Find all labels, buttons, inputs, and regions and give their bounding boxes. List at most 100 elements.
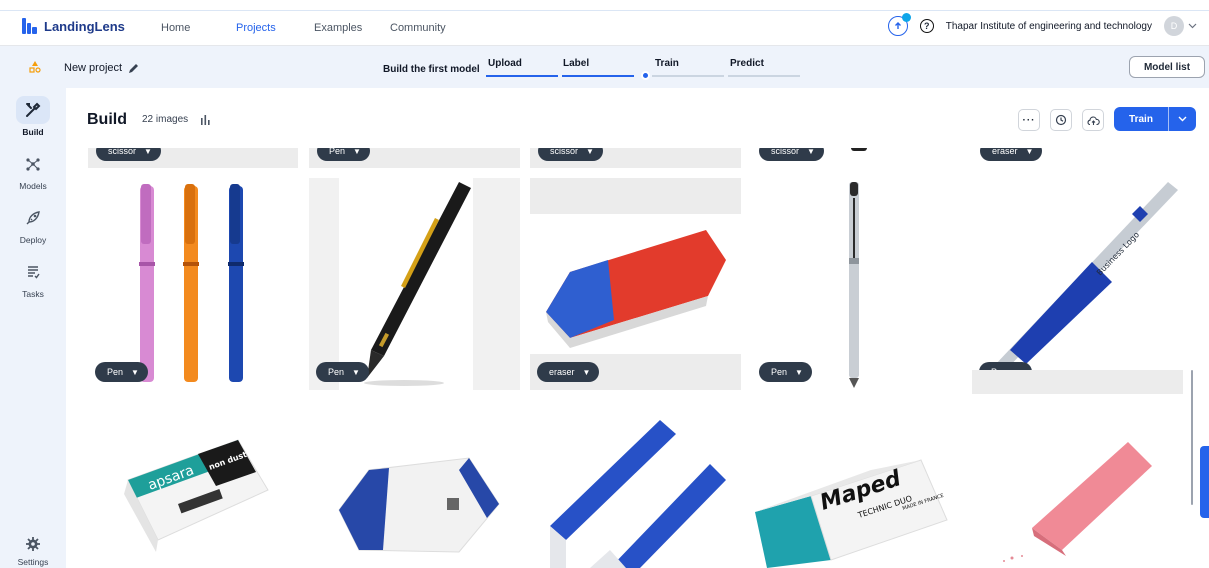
pink-eraser-image	[1003, 442, 1152, 562]
fountain-pen-image	[364, 182, 471, 386]
image-tile[interactable]: Business Logo Pen▼	[972, 178, 1183, 390]
class-tag[interactable]: scissor ▼	[96, 148, 161, 161]
blue-eraser-image	[550, 420, 726, 568]
history-button[interactable]	[1050, 109, 1072, 131]
image-tile[interactable]	[972, 370, 1183, 568]
app-name: LandingLens	[44, 18, 125, 34]
chevron-down-icon	[1188, 23, 1197, 29]
project-bar: New project Build the first model Upload…	[0, 46, 1209, 88]
image-tile[interactable]: Pen ▼	[309, 148, 520, 168]
project-name-label: New project	[64, 62, 123, 74]
rocket-icon	[16, 204, 50, 232]
tools-icon	[16, 96, 50, 124]
image-tile[interactable]	[309, 400, 520, 568]
sidebar-item-tasks[interactable]: Tasks	[0, 258, 66, 299]
image-tile[interactable]: Pen ▼	[751, 178, 962, 390]
network-icon	[16, 150, 50, 178]
chevron-down-icon	[1178, 116, 1187, 121]
step-predict[interactable]: Predict	[730, 58, 764, 69]
class-tag[interactable]: Pen ▼	[759, 362, 812, 382]
image-tile[interactable]: Maped TECHNIC DUO MADE IN FRANCE	[751, 400, 962, 568]
help-icon[interactable]: ?	[919, 19, 934, 33]
model-list-button[interactable]: Model list	[1129, 56, 1205, 78]
upload-cloud-button[interactable]	[1082, 109, 1104, 131]
organization-name: Thapar Institute of engineering and tech…	[945, 20, 1152, 32]
class-tag-label: scissor	[771, 148, 800, 156]
step-label[interactable]: Label	[563, 58, 589, 69]
sidebar-item-build[interactable]: Build	[0, 96, 66, 137]
sidebar-item-settings[interactable]: Settings	[0, 534, 66, 567]
avatar: D	[1164, 16, 1184, 36]
class-tag[interactable]: scissor ▼	[759, 148, 824, 161]
train-button[interactable]: Train	[1114, 107, 1196, 131]
gear-icon	[16, 534, 50, 554]
more-icon: ···	[1022, 114, 1036, 126]
class-tag[interactable]: scissor ▼	[538, 148, 603, 161]
sidebar: Build Models Deploy Tasks Settings	[0, 88, 66, 568]
maped-eraser-image: Maped TECHNIC DUO MADE IN FRANCE	[755, 459, 948, 568]
image-tile[interactable]: Pen ▼	[88, 178, 298, 390]
nav-examples[interactable]: Examples	[314, 22, 362, 34]
chevron-down-icon: ▼	[131, 367, 139, 377]
nav-home[interactable]: Home	[161, 22, 190, 34]
image-tile[interactable]: scissor ▼	[88, 148, 298, 168]
more-options-button[interactable]: ···	[1018, 109, 1040, 131]
nav-community[interactable]: Community	[390, 22, 446, 34]
class-tag-label: eraser	[992, 148, 1018, 156]
step-predict-progress	[728, 75, 800, 77]
sidebar-item-label: Build	[22, 127, 44, 137]
tasks-icon	[16, 258, 50, 286]
faber-eraser-image	[338, 457, 500, 553]
class-tag[interactable]: Pen ▼	[95, 362, 148, 382]
step-upload[interactable]: Upload	[488, 58, 522, 69]
train-dropdown[interactable]	[1169, 114, 1196, 125]
image-tile[interactable]: scissor ▼	[751, 148, 962, 168]
sidebar-item-deploy[interactable]: Deploy	[0, 204, 66, 245]
train-button-label: Train	[1129, 113, 1153, 125]
steps-label: Build the first model	[383, 64, 480, 75]
nav-projects[interactable]: Projects	[236, 22, 276, 34]
class-tag[interactable]: eraser ▼	[980, 148, 1043, 161]
scrollbar-thumb[interactable]	[1191, 370, 1193, 505]
sidebar-item-label: Tasks	[22, 289, 44, 299]
sidebar-item-label: Deploy	[19, 235, 47, 245]
build-panel: Build 22 images ··· Train scissor ▼ Pen ▼ …	[66, 88, 1209, 568]
cloud-upload-icon	[1087, 115, 1100, 125]
image-tile[interactable]: eraser ▼	[530, 178, 741, 390]
class-tag[interactable]: Pen ▼	[317, 148, 370, 161]
class-tag-label: Pen	[107, 367, 124, 377]
class-tag-label: scissor	[550, 148, 579, 156]
chevron-down-icon: ▼	[1025, 148, 1034, 156]
upload-status-icon[interactable]	[887, 13, 911, 36]
promo-pen-image: Business Logo	[988, 182, 1178, 384]
eraser-image	[546, 230, 726, 348]
chevron-down-icon: ▼	[582, 367, 591, 377]
sidebar-item-models[interactable]: Models	[0, 150, 66, 191]
logo[interactable]: LandingLens	[22, 18, 125, 34]
chevron-down-icon: ▼	[352, 367, 360, 377]
chevron-down-icon: ▼	[586, 148, 594, 156]
class-tag-label: Pen	[328, 367, 345, 377]
step-train-progress	[652, 75, 724, 77]
train-button-divider	[1168, 107, 1169, 131]
sidebar-item-label: Models	[19, 181, 47, 191]
account-menu[interactable]: D	[1164, 16, 1197, 36]
class-tag-label: Pen	[329, 148, 346, 156]
feedback-tab[interactable]	[1200, 446, 1209, 518]
top-navigation: LandingLens Home Projects Examples Commu…	[0, 0, 1209, 46]
class-tag-label: scissor	[108, 148, 137, 156]
chevron-down-icon: ▼	[807, 148, 815, 156]
image-tile[interactable]	[530, 400, 741, 568]
class-tag[interactable]: eraser ▼	[537, 362, 600, 382]
step-train[interactable]: Train	[655, 58, 679, 69]
project-name[interactable]: New project	[64, 62, 139, 74]
image-count: 22 images	[142, 114, 189, 125]
edit-pencil-icon[interactable]	[128, 63, 139, 74]
bar-chart-icon[interactable]	[200, 114, 211, 125]
image-tile[interactable]: Pen ▼	[309, 178, 520, 390]
class-tag[interactable]: Pen ▼	[316, 362, 369, 382]
image-tile[interactable]: scissor ▼	[530, 148, 741, 168]
image-tile[interactable]: eraser ▼	[972, 148, 1183, 168]
step-upload-progress	[486, 75, 558, 77]
image-tile[interactable]: apsara non dust eraser	[88, 400, 298, 568]
